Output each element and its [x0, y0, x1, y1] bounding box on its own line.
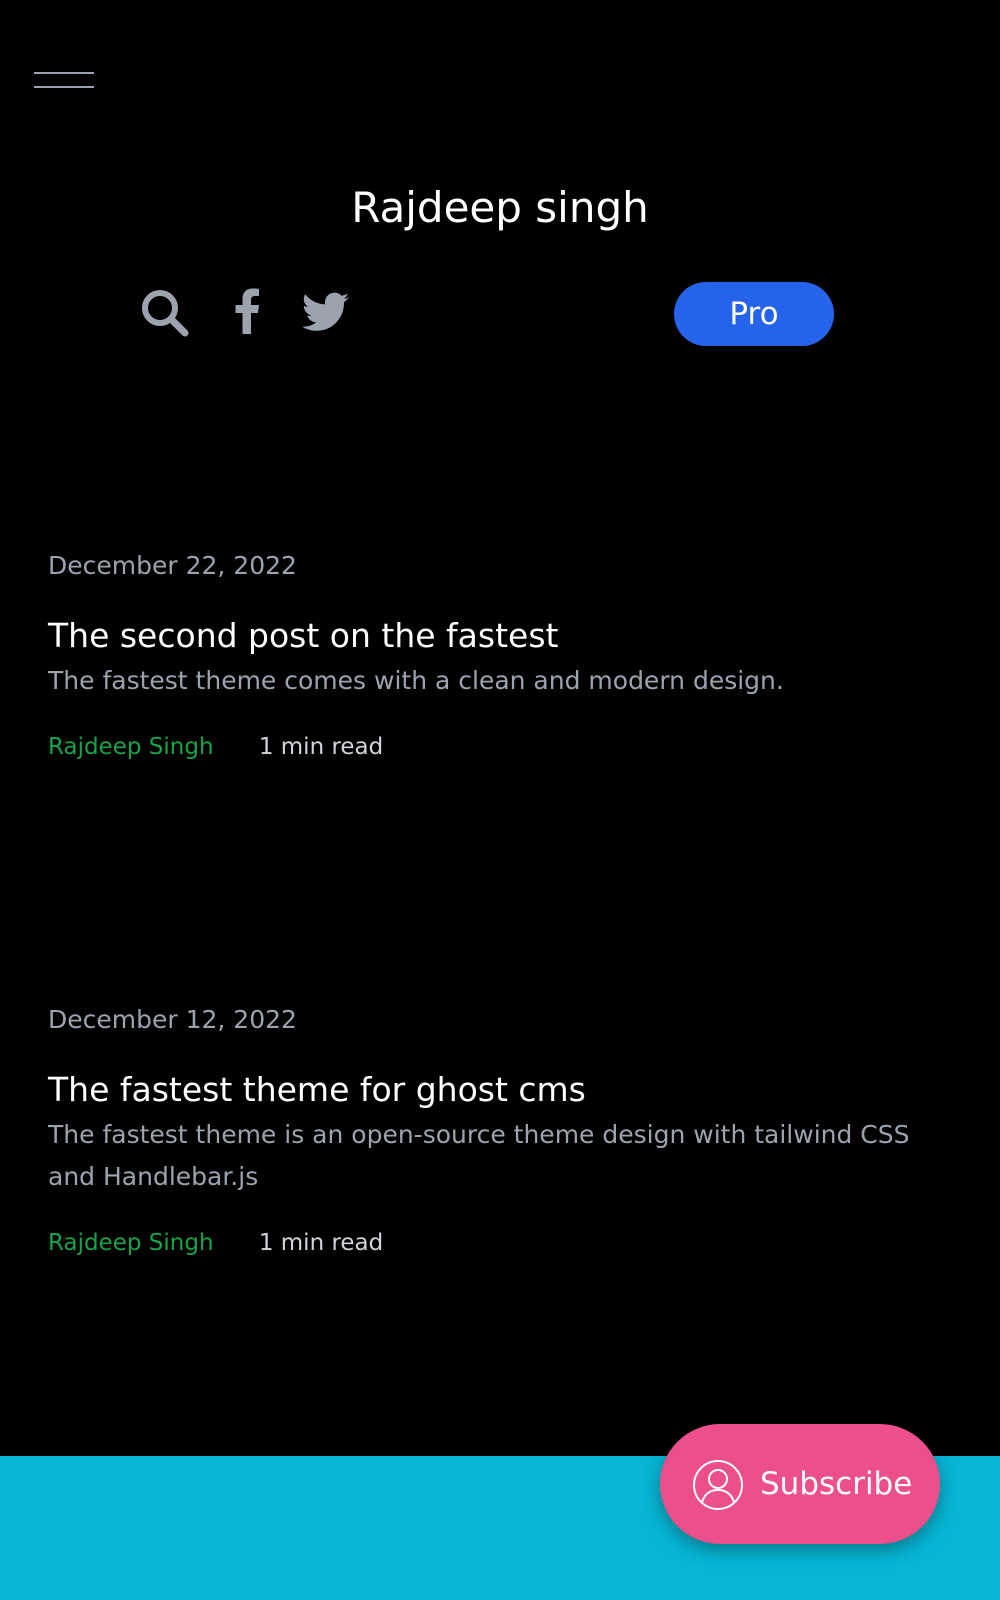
site-title[interactable]: Rajdeep singh — [0, 180, 1000, 236]
post-read-time: 1 min read — [258, 734, 384, 760]
post-author-link[interactable]: Rajdeep Singh — [48, 730, 214, 764]
menu-icon-line-bottom — [34, 86, 94, 88]
search-icon[interactable] — [140, 288, 190, 338]
post-title-link[interactable]: The second post on the fastest — [48, 614, 948, 658]
menu-button[interactable] — [34, 72, 94, 92]
post-author-link[interactable]: Rajdeep Singh — [48, 1226, 214, 1260]
post-meta: Rajdeep Singh 1 min read — [48, 730, 948, 764]
user-icon — [692, 1459, 744, 1511]
post-card: December 22, 2022 The second post on the… — [48, 548, 948, 764]
subscribe-button[interactable]: Subscribe — [660, 1424, 940, 1544]
post-meta: Rajdeep Singh 1 min read — [48, 1226, 948, 1260]
subscribe-label: Subscribe — [760, 1466, 913, 1502]
post-card: December 12, 2022 The fastest theme for … — [48, 1002, 948, 1260]
twitter-icon[interactable] — [302, 292, 350, 336]
menu-icon-line-top — [34, 72, 94, 74]
post-title-link[interactable]: The fastest theme for ghost cms — [48, 1068, 948, 1112]
post-read-time: 1 min read — [258, 1230, 384, 1256]
pro-button[interactable]: Pro — [674, 282, 834, 346]
post-excerpt: The fastest theme comes with a clean and… — [48, 666, 784, 695]
post-date: December 22, 2022 — [48, 551, 297, 580]
facebook-icon[interactable] — [232, 288, 262, 334]
page: Rajdeep singh Pro December 22, 2022 The … — [0, 0, 1000, 1600]
post-date: December 12, 2022 — [48, 1005, 297, 1034]
post-excerpt: The fastest theme is an open-source them… — [48, 1120, 910, 1191]
